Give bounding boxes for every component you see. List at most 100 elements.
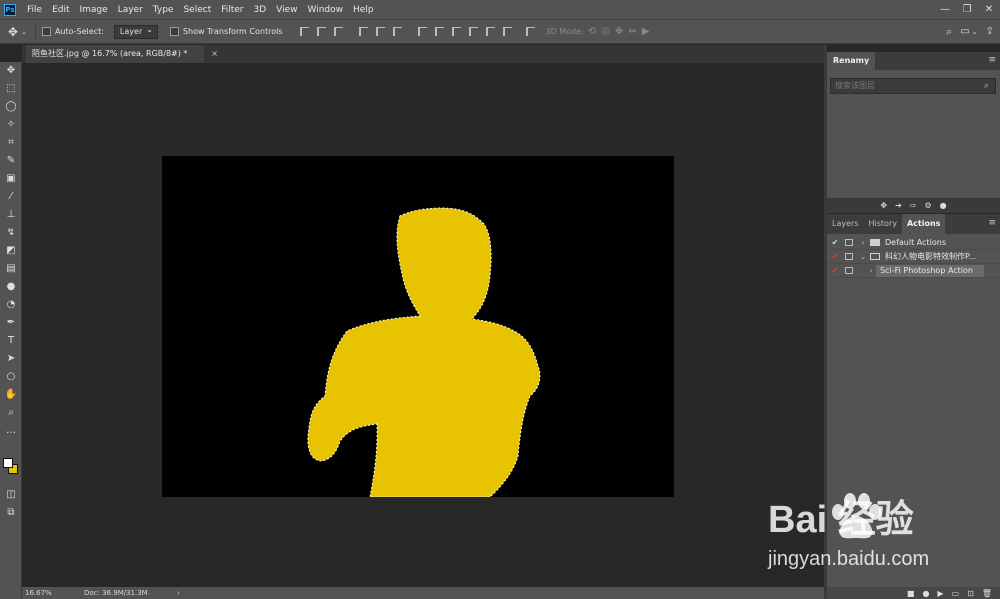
menu-help[interactable]: Help <box>348 5 379 15</box>
arrow-export-icon[interactable]: ⇨ <box>910 201 917 210</box>
hand-tool-icon[interactable]: ✋ <box>0 386 22 404</box>
3d-orbit-icon[interactable]: ⟲ <box>588 26 596 37</box>
magic-wand-tool-icon[interactable]: ✧ <box>0 116 22 134</box>
gradient-tool-icon[interactable]: ▤ <box>0 260 22 278</box>
info-icon[interactable]: ● <box>940 201 947 210</box>
3d-slide-icon[interactable]: ⇔ <box>628 26 636 37</box>
tab-actions[interactable]: Actions <box>901 214 946 234</box>
auto-select-checkbox[interactable]: Auto-Select: <box>41 27 104 36</box>
foreground-color-swatch[interactable] <box>3 458 13 468</box>
new-set-folder-icon[interactable]: ▭ <box>952 589 960 598</box>
menu-filter[interactable]: Filter <box>216 5 248 15</box>
align-hcenter-icon[interactable] <box>376 27 386 36</box>
align-right-icon[interactable] <box>393 27 403 36</box>
tab-history[interactable]: History <box>863 214 901 234</box>
align-vcenter-icon[interactable] <box>317 27 327 36</box>
menu-edit[interactable]: Edit <box>47 5 74 15</box>
search-icon[interactable]: ⌕ <box>984 79 989 93</box>
quick-mask-icon[interactable]: ◫ <box>0 486 22 504</box>
brush-tool-icon[interactable]: ⁄ <box>0 188 22 206</box>
menu-view[interactable]: View <box>271 5 302 15</box>
dialog-toggle-icon[interactable] <box>845 253 853 260</box>
document-tab[interactable]: 陌鱼社区.jpg @ 16.7% (area, RGB/8#) * × <box>26 45 218 63</box>
tab-renamy[interactable]: Renamy <box>827 52 876 70</box>
menu-3d[interactable]: 3D <box>249 5 272 15</box>
menu-select[interactable]: Select <box>178 5 216 15</box>
distribute-left-icon[interactable] <box>469 27 479 36</box>
image-canvas[interactable] <box>162 156 674 497</box>
dialog-toggle-icon[interactable] <box>845 239 853 246</box>
record-icon[interactable]: ● <box>922 589 929 598</box>
3d-camera-icon[interactable]: ▶ <box>642 26 650 37</box>
show-transform-checkbox[interactable]: Show Transform Controls <box>169 27 282 36</box>
eyedropper-tool-icon[interactable]: ✎ <box>0 152 22 170</box>
close-tab-icon[interactable]: × <box>211 45 218 63</box>
distribute-bottom-icon[interactable] <box>452 27 462 36</box>
align-bottom-icon[interactable] <box>334 27 344 36</box>
move-tool-icon[interactable]: ✥ <box>0 62 22 80</box>
action-row[interactable]: ✔ › Sci-Fi Photoshop Action <box>827 264 1000 278</box>
collapse-arrow-icon[interactable]: ⌄ <box>858 253 868 261</box>
stamp-tool-icon[interactable]: ⊥ <box>0 206 22 224</box>
type-tool-icon[interactable]: T <box>0 332 22 350</box>
action-toggle-check-icon[interactable]: ✔ <box>829 252 841 261</box>
renamy-search-input[interactable]: 搜索该图层 ⌕ <box>830 78 996 94</box>
new-action-icon[interactable]: ⊡ <box>967 589 974 598</box>
ellipse-tool-icon[interactable]: ○ <box>0 368 22 386</box>
history-brush-tool-icon[interactable]: ↯ <box>0 224 22 242</box>
distribute-vcenter-icon[interactable] <box>435 27 445 36</box>
move-tool-icon[interactable]: ✥ <box>8 25 18 39</box>
auto-select-dropdown[interactable]: Layer <box>113 24 158 39</box>
screen-mode-icon[interactable]: ⧉ <box>0 504 22 522</box>
menu-image[interactable]: Image <box>75 5 113 15</box>
menu-type[interactable]: Type <box>148 5 179 15</box>
action-toggle-check-icon[interactable]: ✔ <box>829 238 841 247</box>
distribute-hcenter-icon[interactable] <box>486 27 496 36</box>
move-panel-icon[interactable]: ✥ <box>880 201 887 210</box>
align-top-icon[interactable] <box>300 27 310 36</box>
dialog-toggle-icon[interactable] <box>845 267 853 274</box>
align-left-icon[interactable] <box>359 27 369 36</box>
expand-arrow-icon[interactable]: › <box>858 239 868 247</box>
panel-menu-icon[interactable]: ≡ <box>988 218 996 228</box>
lasso-tool-icon[interactable]: ◯ <box>0 98 22 116</box>
arrow-right-icon[interactable]: ➔ <box>895 201 902 210</box>
expand-arrow-icon[interactable]: › <box>866 267 876 275</box>
chevron-down-icon[interactable]: ⌄ <box>21 28 27 36</box>
minimize-button[interactable]: — <box>934 0 956 19</box>
status-menu-arrow-icon[interactable]: › <box>177 587 180 599</box>
zoom-tool-icon[interactable]: ⌕ <box>0 404 22 422</box>
3d-roll-icon[interactable]: ◎ <box>601 26 610 37</box>
distribute-top-icon[interactable] <box>418 27 428 36</box>
distribute-right-icon[interactable] <box>503 27 513 36</box>
close-button[interactable]: ✕ <box>978 0 1000 19</box>
dodge-tool-icon[interactable]: ◔ <box>0 296 22 314</box>
trash-icon[interactable]: 🗑 <box>982 589 992 598</box>
workspace-icon[interactable]: ▭ <box>960 26 969 37</box>
panel-menu-icon[interactable]: ≡ <box>988 55 996 65</box>
action-set-row[interactable]: ✔ ⌄ 科幻人物电影特效制作P... <box>827 250 1000 264</box>
workspace-chevron-icon[interactable]: ⌄ <box>972 28 978 36</box>
play-icon[interactable]: ▶ <box>937 589 943 598</box>
more-tools-icon[interactable]: … <box>0 422 22 440</box>
eraser-tool-icon[interactable]: ◩ <box>0 242 22 260</box>
crop-tool-icon[interactable]: ⌗ <box>0 134 22 152</box>
share-icon[interactable]: ⇪ <box>986 26 994 37</box>
menu-file[interactable]: File <box>22 5 47 15</box>
blur-tool-icon[interactable]: ● <box>0 278 22 296</box>
action-set-row[interactable]: ✔ › Default Actions <box>827 236 1000 250</box>
healing-tool-icon[interactable]: ▣ <box>0 170 22 188</box>
auto-align-icon[interactable] <box>526 27 536 36</box>
restore-button[interactable]: ❐ <box>956 0 978 19</box>
tab-layers[interactable]: Layers <box>827 214 863 234</box>
stop-icon[interactable]: ■ <box>907 589 915 598</box>
zoom-level[interactable]: 16.67% <box>25 587 52 599</box>
3d-pan-icon[interactable]: ✥ <box>615 26 623 37</box>
menu-window[interactable]: Window <box>303 5 349 15</box>
action-toggle-check-icon[interactable]: ✔ <box>829 266 841 275</box>
path-select-tool-icon[interactable]: ➤ <box>0 350 22 368</box>
pen-tool-icon[interactable]: ✒ <box>0 314 22 332</box>
menu-layer[interactable]: Layer <box>113 5 148 15</box>
gear-icon[interactable]: ⚙ <box>924 201 931 210</box>
search-icon[interactable]: ⌕ <box>946 25 952 39</box>
